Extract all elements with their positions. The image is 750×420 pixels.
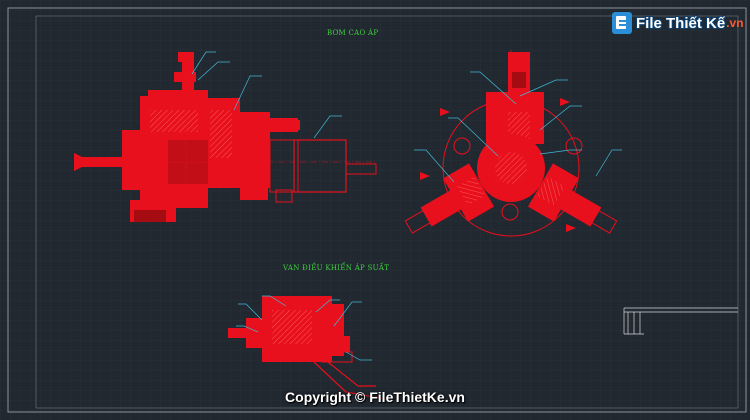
grid-background: [0, 0, 750, 420]
drawing-svg: [0, 0, 750, 420]
valve-title: VAN ĐIỀU KHIỂN ÁP SUẤT: [283, 264, 390, 272]
pump-title: BƠM CAO ÁP: [327, 29, 379, 37]
logo-brand-text: File Thiết Kế: [636, 14, 726, 32]
logo-domain-text: .vn: [726, 16, 744, 30]
watermark-logo: File Thiết Kế .vn: [612, 12, 744, 34]
file-document-icon: [612, 12, 632, 34]
cad-drawing-canvas[interactable]: BƠM CAO ÁP VAN ĐIỀU KHIỂN ÁP SUẤT File T…: [0, 0, 750, 420]
copyright-text: Copyright © FileThietKe.vn: [285, 389, 465, 405]
